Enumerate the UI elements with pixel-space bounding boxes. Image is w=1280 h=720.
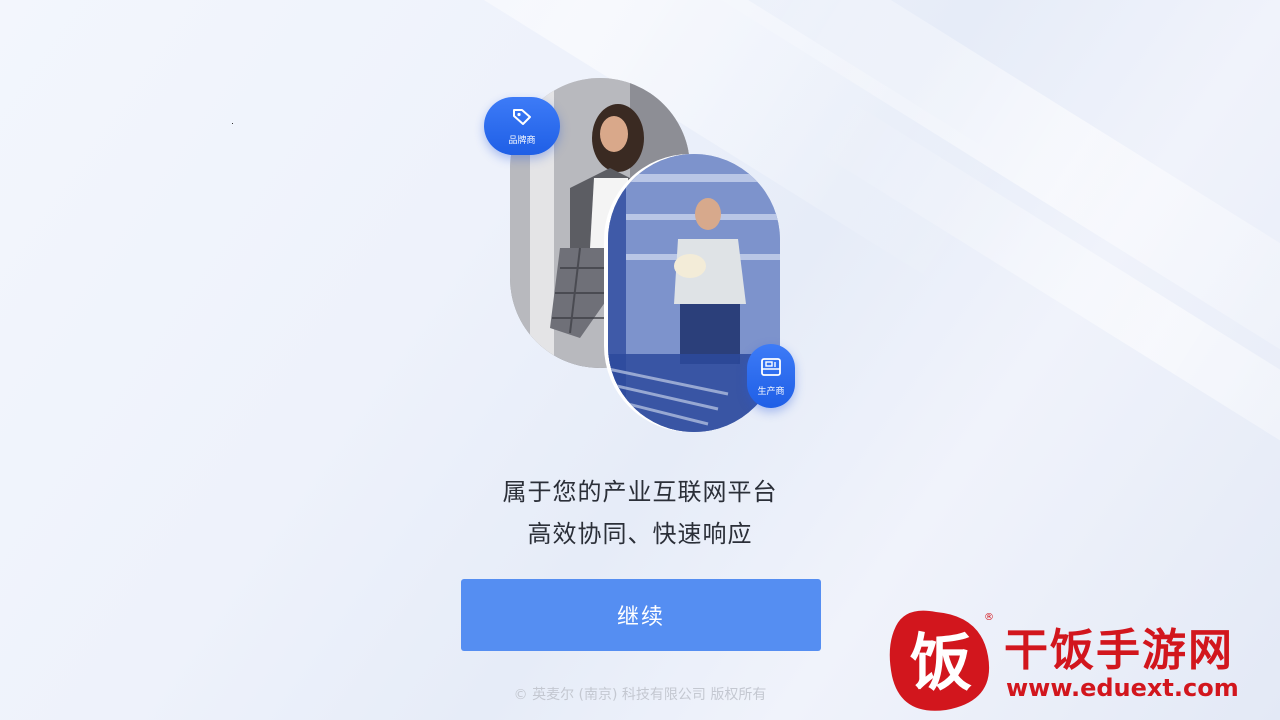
watermark-logo-char: 饭 <box>910 626 972 699</box>
maker-badge-label: 生产商 <box>757 386 785 397</box>
continue-button[interactable]: 继续 <box>461 579 821 651</box>
sewing-machine-icon <box>759 356 783 382</box>
brand-badge-label: 品牌商 <box>508 135 536 146</box>
brand-badge: 品牌商 <box>484 97 560 155</box>
watermark-url: www.eduext.com <box>1006 674 1239 702</box>
tagline-line-1: 属于您的产业互联网平台 <box>502 478 778 506</box>
hero-illustration: 品牌商 生产商 <box>484 78 796 432</box>
maker-badge: 生产商 <box>747 344 795 408</box>
stray-pixel <box>232 123 233 124</box>
registered-mark: ® <box>984 612 994 623</box>
watermark: 饭 ® 干饭手游网 www.eduext.com <box>880 604 1280 720</box>
watermark-title: 干饭手游网 <box>1004 625 1234 676</box>
watermark-logo: 饭 <box>886 606 996 720</box>
tagline-line-2: 高效协同、快速响应 <box>527 520 753 548</box>
tag-icon <box>511 107 533 131</box>
